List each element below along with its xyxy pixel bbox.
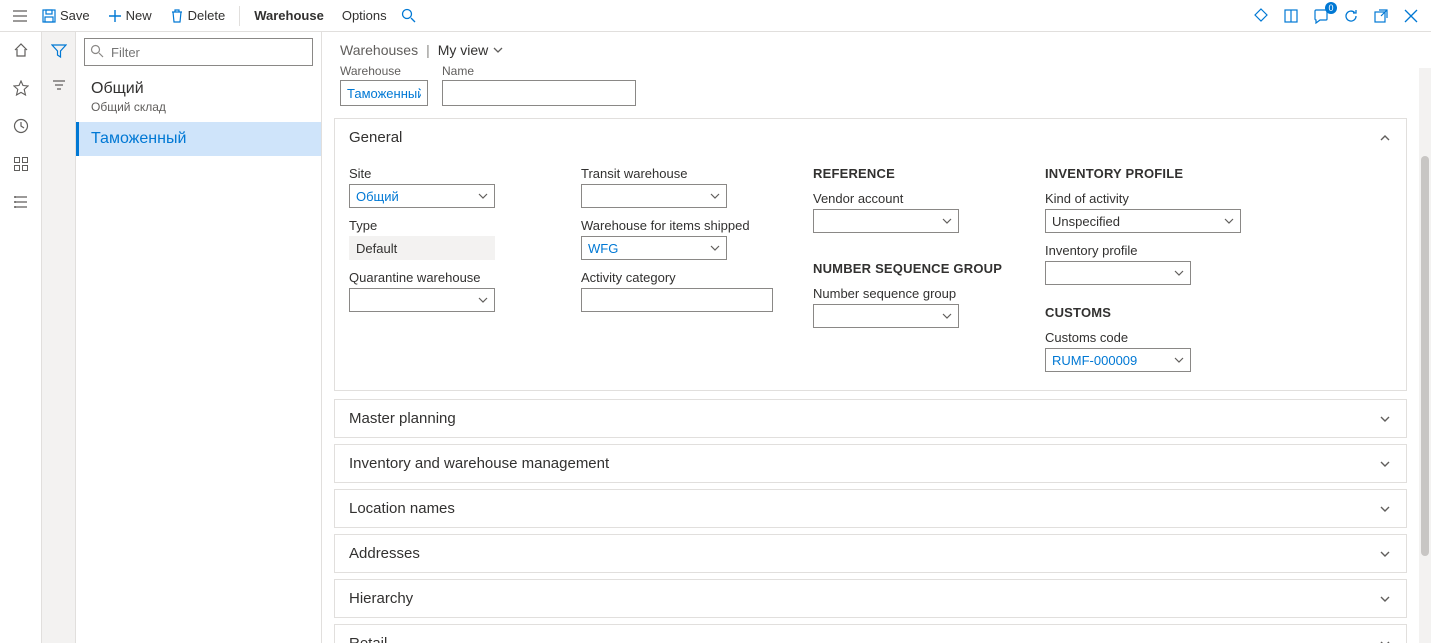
wfi-label: Warehouse for items shipped	[581, 218, 781, 233]
chevron-down-icon	[1378, 592, 1392, 606]
activity-category-label: Activity category	[581, 270, 781, 285]
section-title: Retail	[349, 635, 387, 643]
chevron-down-icon	[1378, 412, 1392, 426]
chevron-down-icon	[492, 44, 504, 56]
search-button[interactable]	[397, 4, 421, 28]
warehouse-field[interactable]	[340, 80, 428, 106]
vendor-account-label: Vendor account	[813, 191, 1013, 206]
office-icon[interactable]	[1279, 4, 1303, 28]
list-item[interactable]: Таможенный	[76, 122, 321, 156]
messages-badge: 0	[1325, 2, 1337, 14]
delete-label: Delete	[188, 8, 226, 23]
list-item-title: Общий	[91, 80, 309, 98]
site-select[interactable]: Общий	[349, 184, 495, 208]
popout-icon[interactable]	[1369, 4, 1393, 28]
filter-input[interactable]	[84, 38, 313, 66]
save-label: Save	[60, 8, 90, 23]
section-title: Inventory and warehouse management	[349, 455, 609, 472]
activity-category-input[interactable]	[581, 288, 773, 312]
section-header[interactable]: Hierarchy	[335, 580, 1406, 617]
section-title: Addresses	[349, 545, 420, 562]
transit-warehouse-label: Transit warehouse	[581, 166, 781, 181]
nsg-select[interactable]	[813, 304, 959, 328]
messages-icon[interactable]: 0	[1309, 4, 1333, 28]
view-selector[interactable]: My view	[438, 42, 505, 58]
section-general-header[interactable]: General	[335, 119, 1406, 156]
name-label: Name	[442, 64, 636, 78]
customs-code-label: Customs code	[1045, 330, 1245, 345]
list-item-subtitle: Общий склад	[91, 100, 309, 114]
tab-warehouse[interactable]: Warehouse	[246, 5, 332, 26]
section-title: Master planning	[349, 410, 456, 427]
name-field[interactable]	[442, 80, 636, 106]
type-field: Default	[349, 236, 495, 260]
list-item-title: Таможенный	[91, 130, 309, 148]
chevron-down-icon	[1378, 502, 1392, 516]
customs-heading: CUSTOMS	[1045, 305, 1245, 320]
chevron-down-icon	[704, 242, 726, 254]
new-label: New	[126, 8, 152, 23]
refresh-icon[interactable]	[1339, 4, 1363, 28]
chevron-down-icon	[472, 294, 494, 306]
nav-hamburger-icon[interactable]	[8, 4, 32, 28]
section-header[interactable]: Master planning	[335, 400, 1406, 437]
chevron-down-icon	[1378, 637, 1392, 643]
quarantine-warehouse-select[interactable]	[349, 288, 495, 312]
koa-label: Kind of activity	[1045, 191, 1245, 206]
chevron-down-icon	[1168, 354, 1190, 366]
section-header[interactable]: Location names	[335, 490, 1406, 527]
koa-select[interactable]: Unspecified	[1045, 209, 1241, 233]
attachments-icon[interactable]	[1249, 4, 1273, 28]
filter-funnel-icon[interactable]	[46, 38, 72, 64]
chevron-up-icon	[1378, 131, 1392, 145]
save-button[interactable]: Save	[34, 5, 98, 26]
inventory-profile-label: Inventory profile	[1045, 243, 1245, 258]
section-header[interactable]: Retail	[335, 625, 1406, 643]
vendor-account-select[interactable]	[813, 209, 959, 233]
type-label: Type	[349, 218, 549, 233]
nav-modules-icon[interactable]	[9, 190, 33, 214]
nsg-heading: NUMBER SEQUENCE GROUP	[813, 261, 1013, 276]
chevron-down-icon	[1168, 267, 1190, 279]
quarantine-warehouse-label: Quarantine warehouse	[349, 270, 549, 285]
inventory-profile-select[interactable]	[1045, 261, 1191, 285]
breadcrumb-module[interactable]: Warehouses	[340, 42, 418, 58]
customs-code-select[interactable]: RUMF-000009	[1045, 348, 1191, 372]
breadcrumb-separator: |	[426, 42, 430, 58]
nav-favorites-icon[interactable]	[9, 76, 33, 100]
chevron-down-icon	[1378, 457, 1392, 471]
section-title: Hierarchy	[349, 590, 413, 607]
chevron-down-icon	[1378, 547, 1392, 561]
delete-button[interactable]: Delete	[162, 5, 234, 26]
chevron-down-icon	[472, 190, 494, 202]
nav-workspaces-icon[interactable]	[9, 152, 33, 176]
nav-recents-icon[interactable]	[9, 114, 33, 138]
filter-lines-icon[interactable]	[46, 72, 72, 98]
wfi-select[interactable]: WFG	[581, 236, 727, 260]
chevron-down-icon	[1218, 215, 1240, 227]
warehouse-label: Warehouse	[340, 64, 428, 78]
site-label: Site	[349, 166, 549, 181]
reference-heading: REFERENCE	[813, 166, 1013, 181]
transit-warehouse-select[interactable]	[581, 184, 727, 208]
tab-options[interactable]: Options	[334, 5, 395, 26]
chevron-down-icon	[936, 215, 958, 227]
search-icon	[90, 44, 104, 58]
list-item[interactable]: Общий Общий склад	[76, 72, 321, 122]
chevron-down-icon	[936, 310, 958, 322]
inventory-profile-heading: INVENTORY PROFILE	[1045, 166, 1245, 181]
nsg-label: Number sequence group	[813, 286, 1013, 301]
section-header[interactable]: Inventory and warehouse management	[335, 445, 1406, 482]
chevron-down-icon	[704, 190, 726, 202]
section-header[interactable]: Addresses	[335, 535, 1406, 572]
section-title: Location names	[349, 500, 455, 517]
new-button[interactable]: New	[100, 5, 160, 26]
nav-home-icon[interactable]	[9, 38, 33, 62]
close-icon[interactable]	[1399, 4, 1423, 28]
main-scrollbar[interactable]	[1419, 68, 1431, 643]
